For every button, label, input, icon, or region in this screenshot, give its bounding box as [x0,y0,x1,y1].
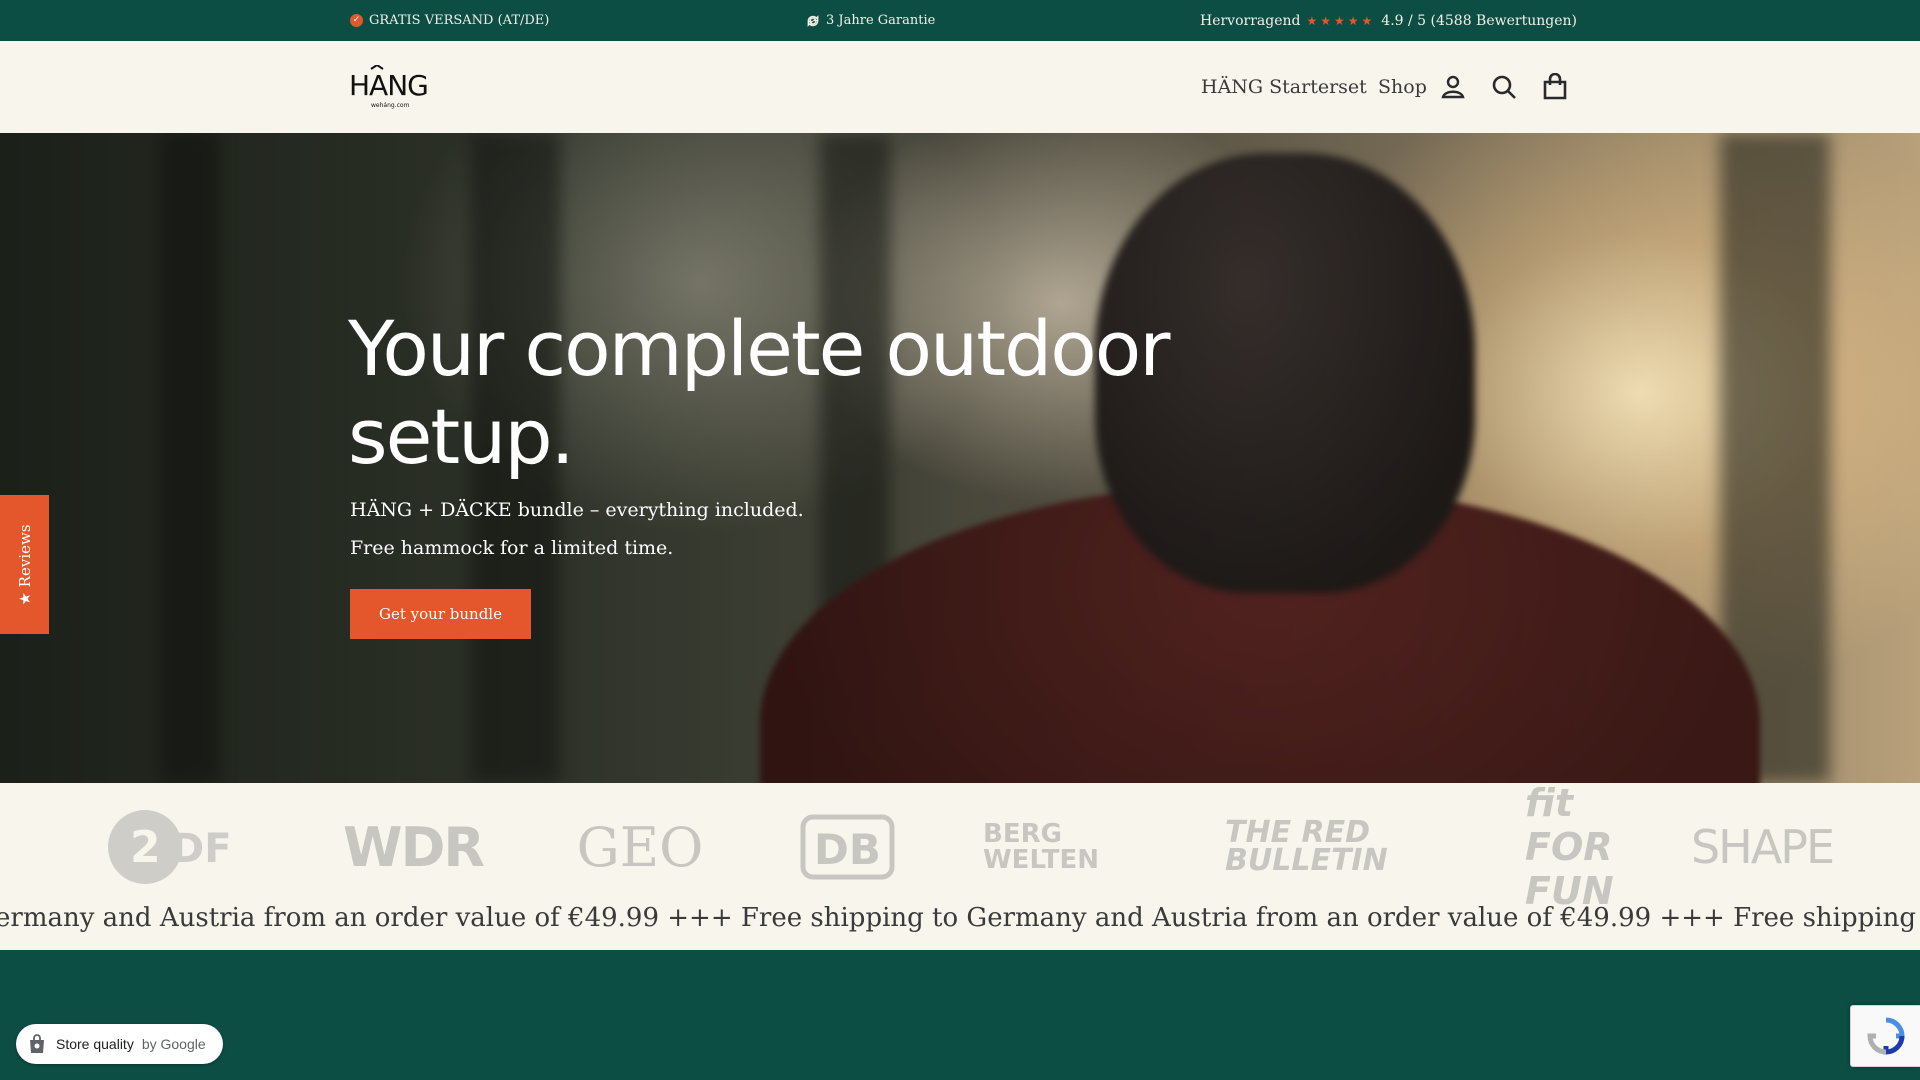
cart-icon[interactable] [1541,73,1569,101]
hero-section: Your complete outdoor setup. HÄNG + DÄCK… [0,133,1920,783]
nav-starterset[interactable]: HÄNG Starterset [1201,41,1367,133]
warranty-text: 3 Jahre Garantie [826,13,936,28]
press-logo-wdr: WDR [343,815,485,879]
rating-value: 4.9 / 5 (4588 Bewertungen) [1381,12,1577,29]
warranty-notice: 3 Jahre Garantie [806,0,935,41]
free-shipping-text: GRATIS VERSAND (AT/DE) [369,13,550,28]
svg-text:2: 2 [130,822,161,873]
badge-by-google: by Google [141,1036,206,1052]
hero-title: Your complete outdoor setup. [348,304,1171,481]
rating-stars-icon: ★★★★★ [1306,13,1376,28]
footer-section [0,950,1920,1080]
get-bundle-button[interactable]: Get your bundle [350,589,531,639]
press-logos-strip: 2 DF WDR GEO DB BERG WELTEN THE RED BULL… [0,783,1920,950]
reviews-side-tab[interactable]: ★ Reviews [0,495,49,634]
svg-text:weháng.com: weháng.com [371,102,410,109]
press-logo-db: DB [800,807,895,887]
search-icon[interactable] [1490,73,1518,101]
nav-link-shop[interactable]: Shop [1378,76,1427,98]
check-circle-icon: ✓ [350,14,363,27]
press-logo-geo: GEO [576,815,704,879]
press-logo-red-bulletin: THE RED BULLETIN [1225,815,1388,878]
press-logo-bergwelten: BERG WELTEN [983,819,1099,875]
press-logo-fit-for-fun: fit FOR FUN [1525,783,1614,913]
hero-subtitle-bundle: HÄNG + DÄCKE bundle – everything include… [350,499,804,521]
announcement-bar: ✓ GRATIS VERSAND (AT/DE) 3 Jahre Garanti… [0,0,1920,41]
refresh-icon [807,14,819,27]
shopping-bag-icon [30,1034,44,1053]
svg-text:DB: DB [814,825,881,874]
hang-logo-icon: HANG weháng.com [349,63,429,109]
recaptcha-icon [1866,1017,1905,1055]
free-shipping-notice: ✓ GRATIS VERSAND (AT/DE) [350,0,549,41]
nav-link-starterset[interactable]: HÄNG Starterset [1201,76,1367,98]
svg-text:HANG: HANG [349,69,428,102]
press-logo-shape: SHAPE [1690,820,1835,874]
google-store-quality-badge[interactable]: Store quality by Google [16,1024,223,1064]
badge-label: Store quality [56,1036,134,1052]
svg-text:DF: DF [171,826,232,872]
rating-label: Hervorragend [1200,12,1301,29]
brand-logo[interactable]: HANG weháng.com [349,63,429,109]
hero-subtitle-offer: Free hammock for a limited time. [350,537,674,559]
nav-shop[interactable]: Shop [1378,41,1427,133]
site-header: HANG weháng.com HÄNG Starterset Shop [0,41,1920,133]
recaptcha-badge[interactable] [1850,1005,1920,1067]
rating-summary[interactable]: Hervorragend ★★★★★ 4.9 / 5 (4588 Bewertu… [1200,0,1577,41]
account-icon[interactable] [1439,73,1467,101]
reviews-tab-label: ★ Reviews [15,523,34,606]
press-logo-zdf: 2 DF [105,807,240,887]
shipping-marquee: ermany and Austria from an order value o… [0,903,1920,933]
